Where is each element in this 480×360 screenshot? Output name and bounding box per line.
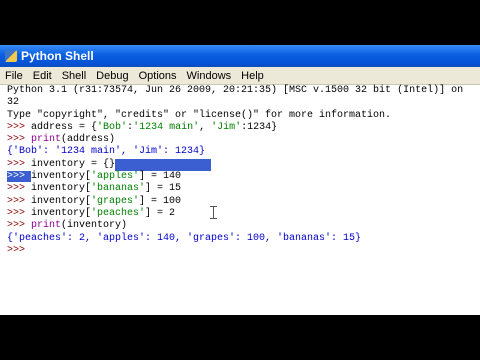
shell-prompt: >>>: [7, 121, 32, 133]
code-text: (address): [61, 134, 116, 146]
code-text: (inventory): [61, 220, 128, 232]
string-literal: 'Bob': [97, 121, 128, 133]
shell-output-line: {'peaches': 2, 'apples': 140, 'grapes': …: [7, 232, 362, 244]
banner-line: Python 3.1 (r31:73574, Jun 26 2009, 20:2…: [7, 85, 464, 96]
menu-help[interactable]: Help: [236, 70, 269, 82]
menu-debug[interactable]: Debug: [91, 70, 133, 82]
code-text: ] = 100: [139, 195, 182, 207]
shell-prompt: >>>: [7, 207, 32, 219]
ibeam-cursor-icon: [210, 206, 217, 219]
shell-prompt: >>>: [7, 158, 32, 170]
shell-prompt: >>>: [7, 220, 32, 232]
menu-windows[interactable]: Windows: [182, 70, 237, 82]
code-text: :1234}: [241, 121, 278, 133]
shell-prompt: >>>: [7, 183, 32, 195]
builtin-keyword: print: [31, 220, 62, 232]
code-text: inventory[: [31, 171, 92, 183]
shell-input-line: >>> inventory['peaches'] = 2: [0, 208, 480, 220]
python-shell-window: Python Shell File Edit Shell Debug Optio…: [0, 45, 480, 315]
code-text: address = {: [31, 121, 98, 133]
string-literal: '1234 main': [133, 121, 200, 133]
menu-options[interactable]: Options: [134, 70, 182, 82]
code-text: ] = 15: [145, 183, 182, 195]
shell-prompt: >>>: [7, 244, 32, 256]
shell-prompt-selected: >>>: [7, 171, 32, 183]
shell-input-line[interactable]: >>>: [0, 245, 480, 257]
shell-input-line: >>> inventory['bananas'] = 15: [0, 183, 480, 195]
code-text: ,: [199, 121, 212, 133]
banner-line: Type "copyright", "credits" or "license(…: [7, 109, 392, 121]
menu-shell[interactable]: Shell: [57, 70, 91, 82]
shell-input-line: >>> print(inventory): [0, 220, 480, 232]
window-title: Python Shell: [21, 49, 94, 63]
code-text: inventory[: [31, 183, 92, 195]
shell-input-line: >>> inventory['grapes'] = 100: [0, 196, 480, 208]
string-literal: 'apples': [91, 171, 140, 183]
code-text: ] = 140: [139, 171, 182, 183]
title-bar[interactable]: Python Shell: [0, 45, 480, 67]
shell-text-area[interactable]: Python 3.1 (r31:73574, Jun 26 2009, 20:2…: [0, 85, 480, 315]
shell-output-line: {'Bob': '1234 main', 'Jim': 1234}: [7, 146, 206, 158]
builtin-keyword: print: [31, 134, 62, 146]
shell-input-line: >>> address = {'Bob':'1234 main', 'Jim':…: [0, 122, 480, 134]
shell-input-line: >>> print(address): [0, 134, 480, 146]
code-text: inventory[: [31, 207, 92, 219]
string-literal: 'peaches': [91, 207, 146, 219]
menu-file[interactable]: File: [0, 70, 28, 82]
code-text: inventory[: [31, 195, 92, 207]
shell-input-line: >>> inventory = {}: [0, 158, 480, 172]
code-text: inventory = {}: [31, 158, 116, 170]
string-literal: 'grapes': [91, 195, 140, 207]
code-text: ] = 2: [145, 207, 176, 219]
string-literal: 'bananas': [91, 183, 146, 195]
python-icon: [5, 50, 17, 62]
shell-prompt: >>>: [7, 195, 32, 207]
menu-bar: File Edit Shell Debug Options Windows He…: [0, 67, 480, 85]
banner-line: 32: [7, 97, 20, 109]
shell-input-line: >>> inventory['apples'] = 140: [0, 171, 480, 183]
text-selection: [115, 158, 212, 172]
menu-edit[interactable]: Edit: [28, 70, 57, 82]
shell-prompt: >>>: [7, 134, 32, 146]
string-literal: 'Jim': [211, 121, 242, 133]
